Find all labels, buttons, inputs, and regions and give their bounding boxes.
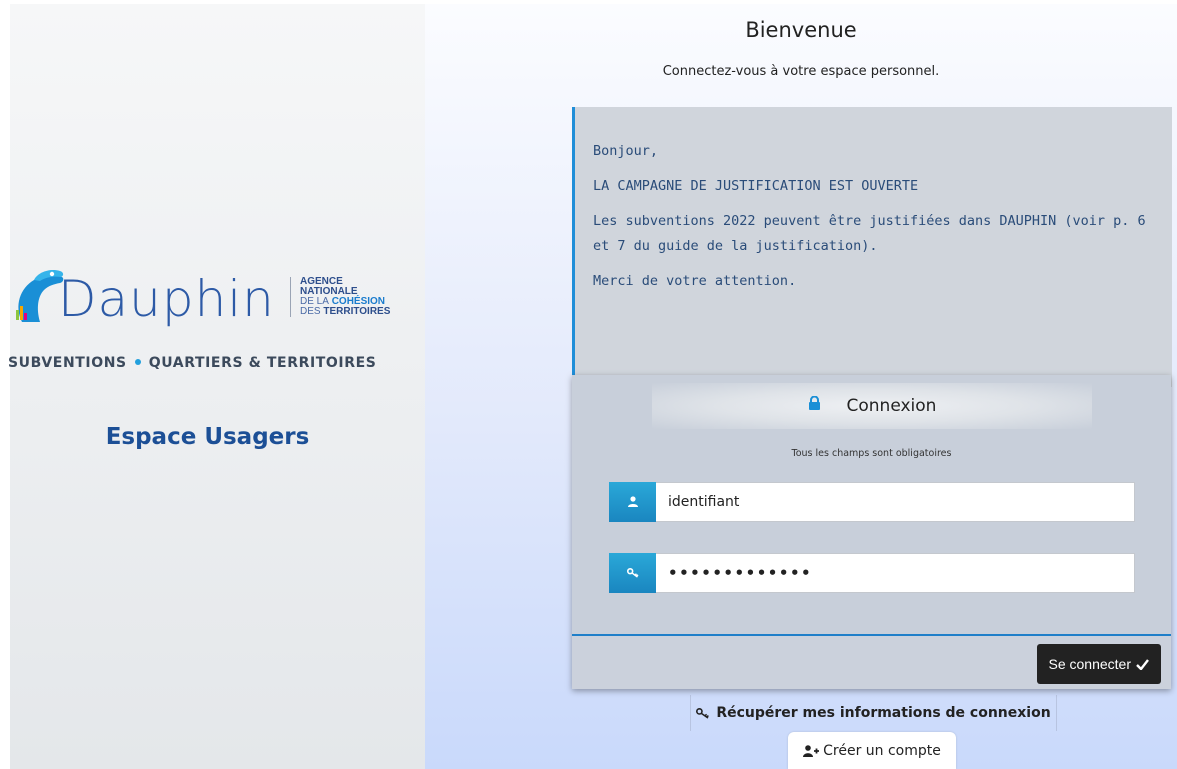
add-user-icon: [803, 744, 820, 757]
announcement-greeting: Bonjour,: [593, 143, 659, 159]
page-subtitle: Connectez-vous à votre espace personnel.: [662, 64, 940, 79]
agency-line-4a: DES: [300, 306, 321, 317]
create-account-label: Créer un compte: [823, 742, 941, 759]
user-icon: [609, 481, 656, 522]
recover-credentials-link[interactable]: Récupérer mes informations de connexion: [690, 695, 1057, 731]
page-title: Bienvenue: [745, 18, 857, 42]
tagline-dot-icon: [134, 359, 141, 365]
tagline-right: QUARTIERS & TERRITOIRES: [148, 355, 377, 371]
username-value[interactable]: identifiant: [656, 494, 739, 510]
connect-label: Se connecter: [1048, 656, 1132, 672]
username-field[interactable]: identifiant: [609, 481, 1135, 522]
left-panel: [10, 4, 425, 769]
recover-label: Récupérer mes informations de connexion: [716, 705, 1051, 721]
key-icon: [609, 552, 656, 593]
create-account-button[interactable]: Créer un compte: [788, 732, 956, 769]
agency-block: AGENCE NATIONALE DE LA COHÉSION DES TERR…: [290, 277, 390, 317]
agency-line-4: DES TERRITOIRES: [300, 307, 390, 317]
dauphin-logo: Dauphin AGENCE NATIONALE DE LA COHÉSION …: [8, 270, 408, 380]
login-footer: Se connecter: [572, 636, 1171, 689]
agency-line-4b: TERRITOIRES: [323, 306, 391, 317]
tagline-left: SUBVENTIONS: [8, 355, 127, 371]
login-header: Connexion: [652, 383, 1092, 429]
tagline: SUBVENTIONS QUARTIERS & TERRITOIRES: [8, 355, 376, 371]
wordmark: Dauphin: [58, 270, 275, 328]
espace-usagers-title: Espace Usagers: [105, 424, 310, 450]
key-icon: [696, 707, 710, 719]
login-title: Connexion: [846, 396, 937, 416]
announcement-box: Bonjour, LA CAMPAGNE DE JUSTIFICATION ES…: [572, 107, 1172, 387]
announcement-headline: LA CAMPAGNE DE JUSTIFICATION EST OUVERTE: [593, 178, 919, 194]
connect-button[interactable]: Se connecter: [1036, 644, 1161, 684]
login-panel: Connexion Tous les champs sont obligatoi…: [572, 375, 1171, 689]
checkmark-icon: [1136, 658, 1149, 670]
wordmark-text: Dauphin: [58, 270, 275, 328]
password-field[interactable]: •••••••••••••: [609, 552, 1135, 593]
password-value[interactable]: •••••••••••••: [656, 564, 812, 582]
lock-icon: [808, 395, 821, 416]
required-note: Tous les champs sont obligatoires: [791, 448, 952, 459]
announcement-closing: Merci de votre attention.: [593, 273, 797, 289]
announcement-body: Les subventions 2022 peuvent être justif…: [593, 213, 1146, 254]
